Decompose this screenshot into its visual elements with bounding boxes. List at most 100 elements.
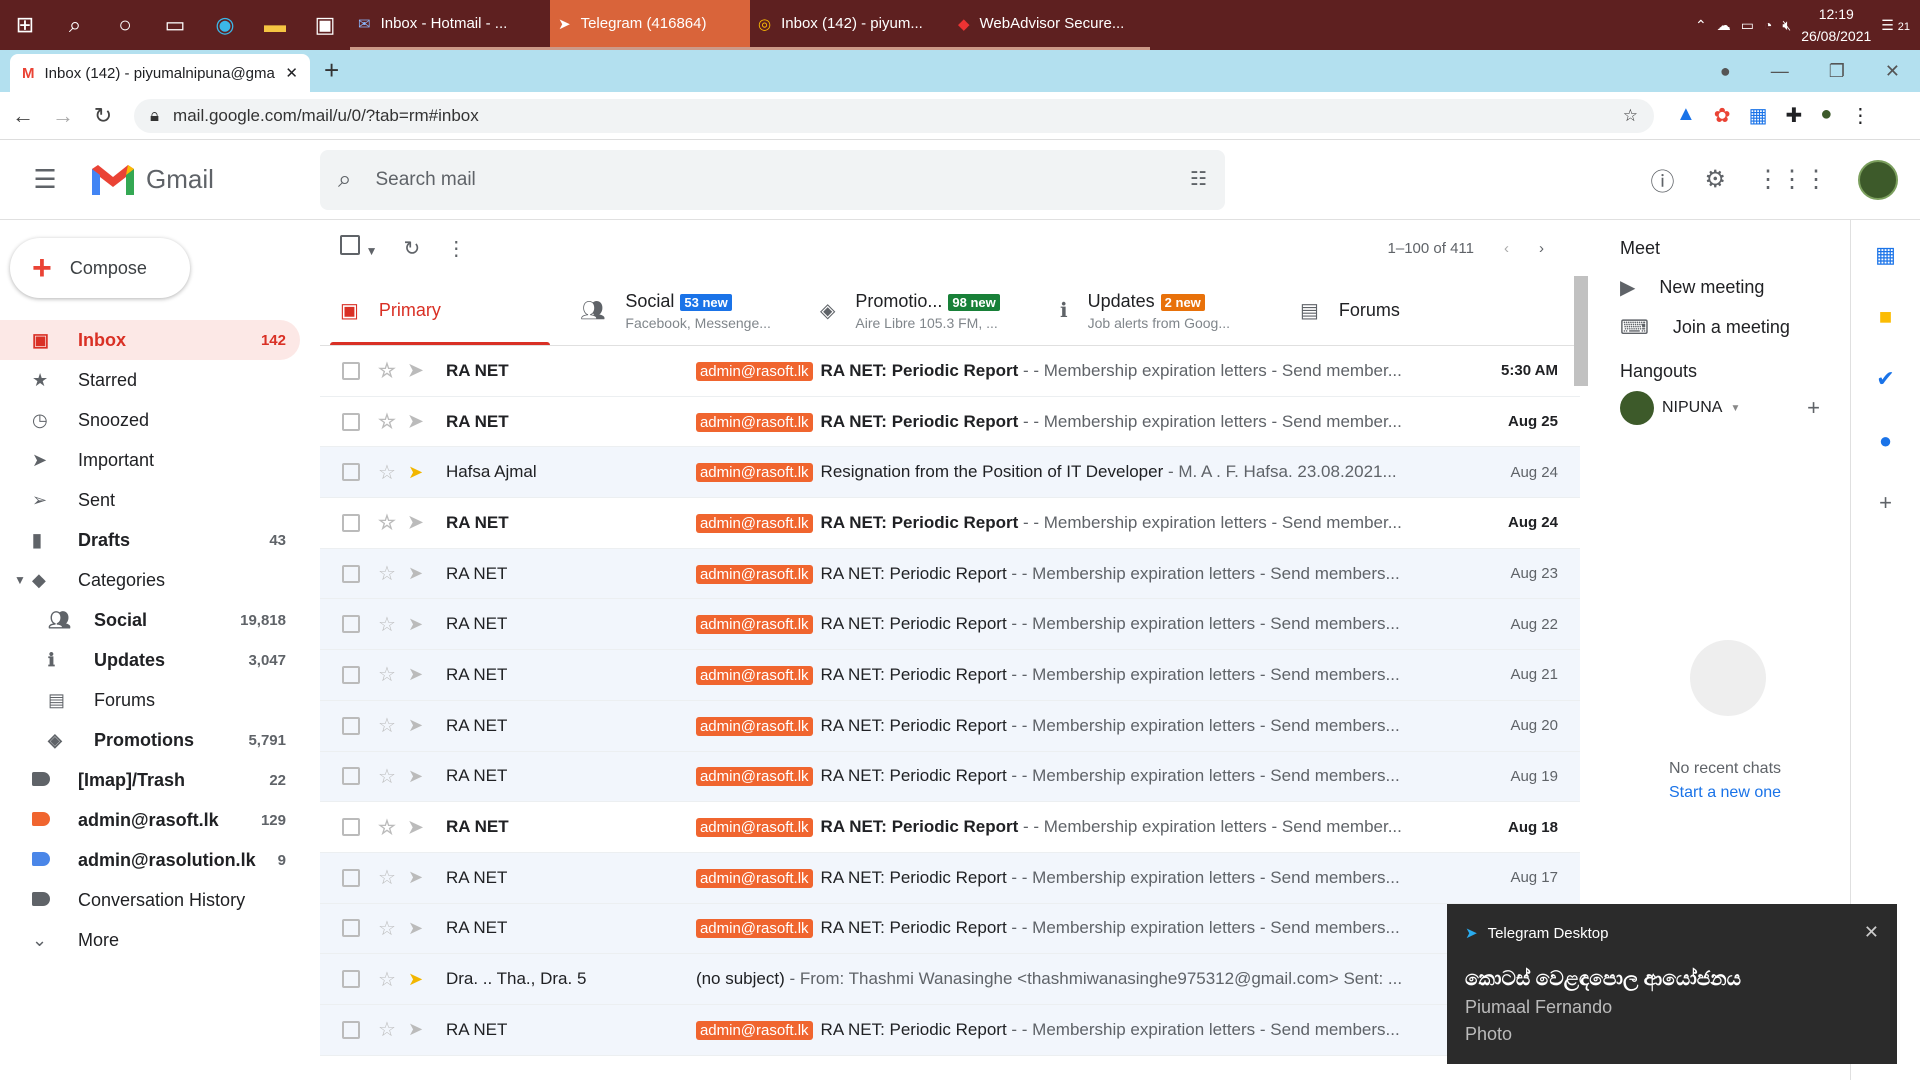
extension-2-icon[interactable]: ✿ — [1714, 103, 1731, 128]
taskbar-app-chrome[interactable]: ◎ Inbox (142) - piyum... — [750, 0, 950, 50]
star-icon[interactable]: ☆ — [378, 409, 396, 434]
star-icon[interactable]: ☆ — [378, 1017, 396, 1042]
star-icon[interactable]: ☆ — [378, 916, 396, 941]
tab-forums[interactable]: ▤ Forums — [1280, 276, 1520, 345]
row-checkbox[interactable] — [342, 1020, 360, 1039]
restore-icon[interactable]: ❐ — [1829, 61, 1845, 82]
row-checkbox[interactable] — [342, 412, 360, 431]
table-row[interactable]: ☆ ➤ RA NET admin@rasoft.lk RA NET: Periodic … — [320, 700, 1580, 752]
tasks-icon[interactable]: ✔ — [1876, 366, 1894, 392]
row-checkbox[interactable] — [342, 564, 360, 583]
sidebar-item-sent[interactable]: ➢ Sent — [0, 480, 300, 520]
windows-start-icon[interactable]: ⊞ — [0, 0, 50, 50]
chevron-up-icon[interactable]: ⌃ — [1695, 17, 1707, 34]
taskbar-app-telegram[interactable]: ➤ Telegram (416864) — [550, 0, 750, 50]
more-icon[interactable]: ⋮ — [1850, 103, 1870, 128]
label-tag[interactable]: admin@rasoft.lk — [695, 818, 813, 838]
table-row[interactable]: ☆ ➤ Hafsa Ajmal admin@rasoft.lk Resignation … — [320, 447, 1580, 499]
label-tag[interactable]: admin@rasoft.lk — [695, 665, 813, 685]
calendar-icon[interactable]: ▦ — [1875, 242, 1896, 268]
add-icon[interactable]: + — [1807, 395, 1820, 421]
sidebar-item-rasolution[interactable]: admin@rasolution.lk 9 — [0, 840, 300, 880]
table-row[interactable]: ☆ ➤ RA NET admin@rasoft.lk RA NET: Periodic … — [320, 852, 1580, 904]
gmail-logo[interactable]: Gmail — [90, 163, 320, 197]
star-icon[interactable]: ☆ — [378, 612, 396, 637]
row-checkbox[interactable] — [342, 716, 360, 735]
label-tag[interactable]: admin@rasoft.lk — [695, 513, 813, 533]
label-tag[interactable]: admin@rasoft.lk — [695, 767, 813, 787]
wifi-icon[interactable]: ◔ — [1764, 17, 1772, 33]
important-icon[interactable]: ➤ — [408, 664, 432, 685]
hangouts-user[interactable]: NIPUNA ▼ + — [1620, 388, 1850, 428]
important-icon[interactable]: ➤ — [408, 462, 432, 483]
search-icon[interactable]: ⌕ — [338, 166, 351, 194]
important-icon[interactable]: ➤ — [408, 360, 432, 381]
row-checkbox[interactable] — [342, 970, 360, 989]
help-icon[interactable]: ⓘ — [1650, 162, 1674, 197]
close-window-icon[interactable]: ✕ — [1885, 61, 1900, 82]
row-checkbox[interactable] — [342, 818, 360, 837]
battery-icon[interactable]: ▭ — [1741, 17, 1754, 34]
important-icon[interactable]: ➤ — [408, 969, 432, 990]
table-row[interactable]: ☆ ➤ RA NET admin@rasoft.lk RA NET: Periodic … — [320, 346, 1580, 397]
sidebar-item-forums[interactable]: ▤ Forums — [0, 680, 300, 720]
star-icon[interactable]: ☆ — [378, 662, 396, 687]
star-icon[interactable]: ☆ — [378, 764, 396, 789]
important-icon[interactable]: ➤ — [408, 411, 432, 432]
bookmark-star-icon[interactable]: ☆ — [1623, 106, 1638, 126]
sidebar-item-conversation-history[interactable]: Conversation History — [0, 880, 300, 920]
task-view-icon[interactable]: ▭ — [150, 0, 200, 50]
important-icon[interactable]: ➤ — [408, 867, 432, 888]
sidebar-item-updates[interactable]: ℹ Updates 3,047 — [0, 640, 300, 680]
important-icon[interactable]: ➤ — [408, 614, 432, 635]
table-row[interactable]: ☆ ➤ RA NET admin@rasoft.lk RA NET: Periodic … — [320, 1004, 1580, 1056]
tab-primary[interactable]: ▣ Primary — [320, 276, 560, 345]
label-tag[interactable]: admin@rasoft.lk — [695, 868, 813, 888]
important-icon[interactable]: ➤ — [408, 715, 432, 736]
star-icon[interactable]: ☆ — [378, 865, 396, 890]
browser-tab-gmail[interactable]: M Inbox (142) - piyumalnipuna@gmail.com … — [10, 54, 310, 92]
sidebar-item-starred[interactable]: ★ Starred — [0, 360, 300, 400]
star-icon[interactable]: ☆ — [378, 561, 396, 586]
sidebar-item-more[interactable]: ⌄ More — [0, 920, 300, 960]
notification-icon[interactable]: ☰ 21 — [1881, 17, 1910, 34]
star-icon[interactable]: ☆ — [378, 713, 396, 738]
forward-icon[interactable]: → — [46, 103, 80, 129]
search-options-icon[interactable]: ☷ — [1190, 168, 1207, 191]
search-input[interactable]: Search mail — [375, 169, 1166, 191]
sidebar-item-inbox[interactable]: ▣ Inbox 142 — [0, 320, 300, 360]
edge-icon[interactable]: ◉ — [200, 0, 250, 50]
chevron-right-icon[interactable]: › — [1539, 240, 1544, 257]
row-checkbox[interactable] — [342, 463, 360, 482]
important-icon[interactable]: ➤ — [408, 563, 432, 584]
label-tag[interactable]: admin@rasoft.lk — [695, 412, 813, 432]
sidebar-item-snoozed[interactable]: ◷ Snoozed — [0, 400, 300, 440]
label-tag[interactable]: admin@rasoft.lk — [695, 564, 813, 584]
store-icon[interactable]: ▣ — [300, 0, 350, 50]
table-row[interactable]: ☆ ➤ RA NET admin@rasoft.lk RA NET: Periodic … — [320, 903, 1580, 955]
label-tag[interactable]: admin@rasoft.lk — [695, 1020, 813, 1040]
cortana-icon[interactable]: ○ — [100, 0, 150, 50]
star-icon[interactable]: ☆ — [378, 815, 396, 840]
table-row[interactable]: ☆ ➤ RA NET admin@rasoft.lk RA NET: Periodic … — [320, 599, 1580, 651]
main-menu-icon[interactable]: ☰ — [0, 164, 90, 195]
row-checkbox[interactable] — [342, 868, 360, 887]
label-tag[interactable]: admin@rasoft.lk — [695, 716, 813, 736]
add-icon[interactable]: + — [1879, 490, 1892, 516]
row-checkbox[interactable] — [342, 919, 360, 938]
reload-icon[interactable]: ↻ — [86, 103, 120, 129]
gear-icon[interactable]: ⚙ — [1704, 165, 1726, 194]
taskbar-app-webadvisor[interactable]: ◆ WebAdvisor Secure... — [950, 0, 1150, 50]
scrollbar[interactable] — [1574, 276, 1588, 386]
onedrive-icon[interactable]: ☁ — [1717, 17, 1731, 34]
sidebar-item-trash[interactable]: [Imap]/Trash 22 — [0, 760, 300, 800]
important-icon[interactable]: ➤ — [408, 817, 432, 838]
table-row[interactable]: ☆ ➤ RA NET admin@rasoft.lk RA NET: Periodic … — [320, 396, 1580, 448]
volume-mute-icon[interactable]: 🔇︎ — [1782, 17, 1791, 34]
tab-updates[interactable]: ℹ Updates 2 new Job alerts from Goog... — [1040, 276, 1280, 345]
extension-1-icon[interactable]: ▲ — [1676, 103, 1696, 128]
compose-button[interactable]: + Compose — [10, 238, 190, 298]
search-icon[interactable]: ⌕ — [50, 0, 100, 50]
table-row[interactable]: ☆ ➤ RA NET admin@rasoft.lk RA NET: Periodic … — [320, 751, 1580, 803]
account-avatar[interactable] — [1858, 159, 1898, 200]
